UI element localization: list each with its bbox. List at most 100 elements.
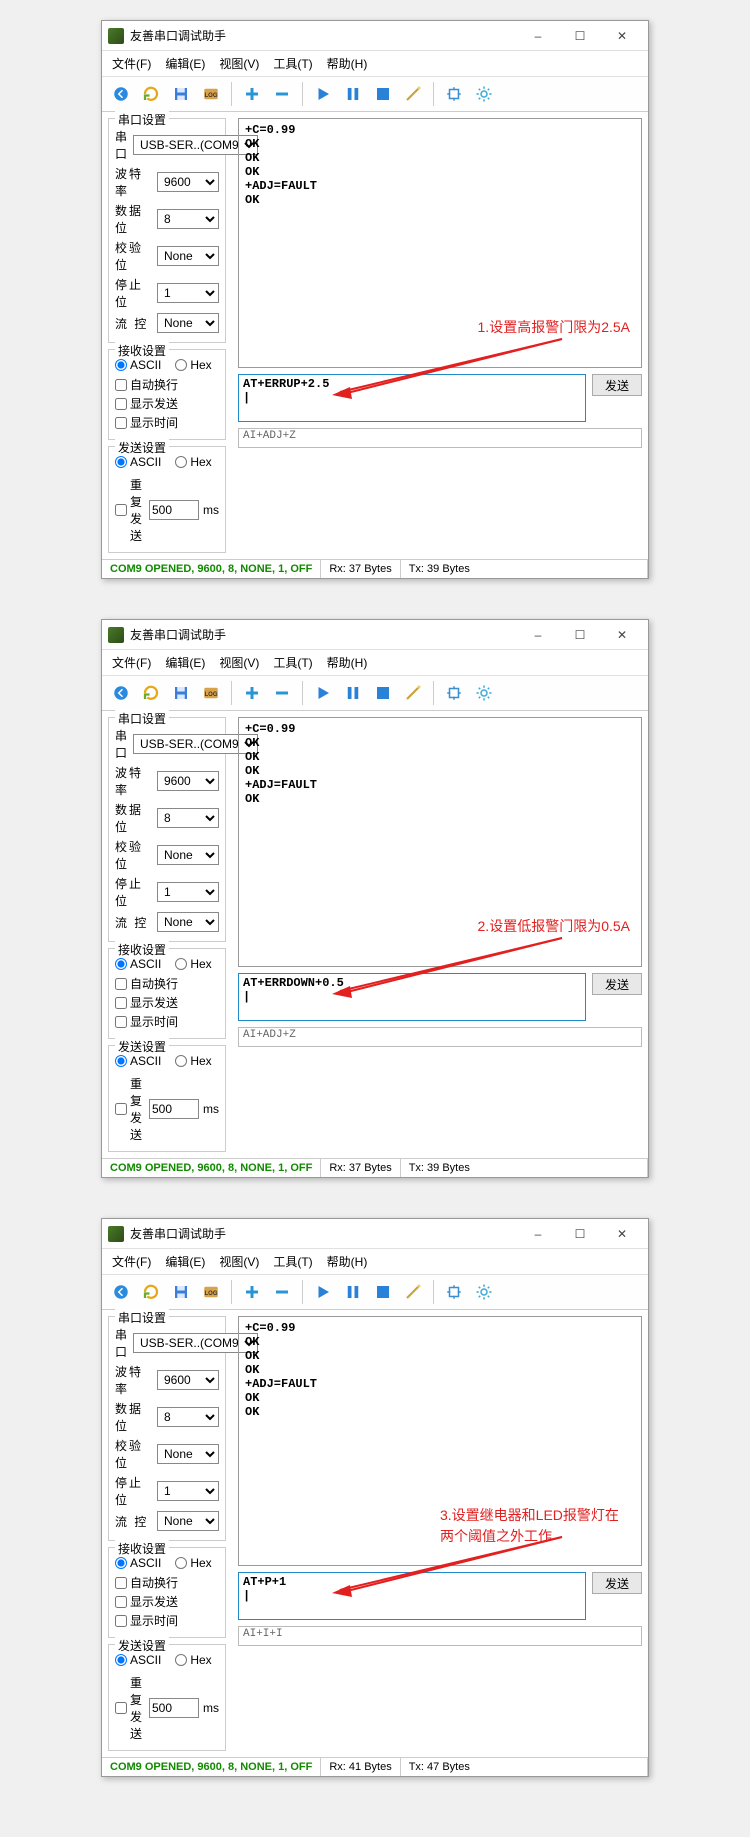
- menu-view[interactable]: 视图(V): [219, 55, 259, 72]
- send-button[interactable]: 发送: [592, 973, 642, 995]
- tx-hex-radio[interactable]: Hex: [175, 1054, 211, 1068]
- send-button[interactable]: 发送: [592, 1572, 642, 1594]
- menu-help[interactable]: 帮助(H): [327, 654, 368, 671]
- pause-icon[interactable]: [340, 1279, 366, 1305]
- menu-help[interactable]: 帮助(H): [327, 1253, 368, 1270]
- receive-textarea[interactable]: +C=0.99 OK OK OK +ADJ=FAULT OK: [238, 118, 642, 368]
- tx-ascii-radio[interactable]: ASCII: [115, 1054, 161, 1068]
- auto-wrap-check[interactable]: 自动换行: [115, 975, 219, 992]
- auto-wrap-check[interactable]: 自动换行: [115, 376, 219, 393]
- menu-file[interactable]: 文件(F): [112, 55, 151, 72]
- rx-ascii-radio[interactable]: ASCII: [115, 358, 161, 372]
- minimize-button[interactable]: –: [518, 623, 558, 647]
- target-icon[interactable]: [441, 81, 467, 107]
- menu-edit[interactable]: 编辑(E): [165, 1253, 205, 1270]
- parity-select[interactable]: None: [157, 845, 219, 865]
- target-icon[interactable]: [441, 1279, 467, 1305]
- show-send-check[interactable]: 显示发送: [115, 994, 219, 1011]
- menu-help[interactable]: 帮助(H): [327, 55, 368, 72]
- send-textarea[interactable]: AT+ERRUP+2.5 |: [238, 374, 586, 422]
- baud-select[interactable]: 9600: [157, 172, 219, 192]
- reload-icon[interactable]: [138, 680, 164, 706]
- databits-select[interactable]: 8: [157, 1407, 219, 1427]
- stop-icon[interactable]: [370, 1279, 396, 1305]
- maximize-button[interactable]: ☐: [560, 1222, 600, 1246]
- history-box[interactable]: AI+I+I: [238, 1626, 642, 1646]
- rx-hex-radio[interactable]: Hex: [175, 358, 211, 372]
- wand-icon[interactable]: [400, 81, 426, 107]
- send-button[interactable]: 发送: [592, 374, 642, 396]
- play-icon[interactable]: [310, 81, 336, 107]
- history-box[interactable]: AI+ADJ+Z: [238, 1027, 642, 1047]
- maximize-button[interactable]: ☐: [560, 623, 600, 647]
- flow-select[interactable]: None: [157, 912, 219, 932]
- play-icon[interactable]: [310, 1279, 336, 1305]
- minus-icon[interactable]: [269, 1279, 295, 1305]
- rx-ascii-radio[interactable]: ASCII: [115, 957, 161, 971]
- show-send-check[interactable]: 显示发送: [115, 1593, 219, 1610]
- save-icon[interactable]: [168, 680, 194, 706]
- interval-input[interactable]: [149, 1099, 199, 1119]
- repeat-check[interactable]: 重复发送: [115, 1674, 145, 1742]
- stop-icon[interactable]: [370, 680, 396, 706]
- close-button[interactable]: ✕: [602, 1222, 642, 1246]
- pause-icon[interactable]: [340, 680, 366, 706]
- rx-ascii-radio[interactable]: ASCII: [115, 1556, 161, 1570]
- stop-icon[interactable]: [370, 81, 396, 107]
- titlebar[interactable]: 友善串口调试助手 – ☐ ✕: [102, 1219, 648, 1249]
- menu-file[interactable]: 文件(F): [112, 1253, 151, 1270]
- save-icon[interactable]: [168, 1279, 194, 1305]
- show-send-check[interactable]: 显示发送: [115, 395, 219, 412]
- repeat-check[interactable]: 重复发送: [115, 1075, 145, 1143]
- menu-file[interactable]: 文件(F): [112, 654, 151, 671]
- show-time-check[interactable]: 显示时间: [115, 414, 219, 431]
- back-icon[interactable]: [108, 1279, 134, 1305]
- titlebar[interactable]: 友善串口调试助手 – ☐ ✕: [102, 620, 648, 650]
- menu-edit[interactable]: 编辑(E): [165, 55, 205, 72]
- pause-icon[interactable]: [340, 81, 366, 107]
- stopbits-select[interactable]: 1: [157, 882, 219, 902]
- close-button[interactable]: ✕: [602, 623, 642, 647]
- save-icon[interactable]: [168, 81, 194, 107]
- send-textarea[interactable]: AT+P+1 |: [238, 1572, 586, 1620]
- flow-select[interactable]: None: [157, 1511, 219, 1531]
- databits-select[interactable]: 8: [157, 209, 219, 229]
- gear-icon[interactable]: [471, 1279, 497, 1305]
- plus-icon[interactable]: [239, 680, 265, 706]
- baud-select[interactable]: 9600: [157, 771, 219, 791]
- receive-textarea[interactable]: +C=0.99 OK OK OK +ADJ=FAULT OK: [238, 717, 642, 967]
- menu-edit[interactable]: 编辑(E): [165, 654, 205, 671]
- auto-wrap-check[interactable]: 自动换行: [115, 1574, 219, 1591]
- plus-icon[interactable]: [239, 1279, 265, 1305]
- minimize-button[interactable]: –: [518, 1222, 558, 1246]
- gear-icon[interactable]: [471, 81, 497, 107]
- wand-icon[interactable]: [400, 680, 426, 706]
- log-icon[interactable]: LOG: [198, 680, 224, 706]
- tx-hex-radio[interactable]: Hex: [175, 1653, 211, 1667]
- back-icon[interactable]: [108, 680, 134, 706]
- menu-view[interactable]: 视图(V): [219, 1253, 259, 1270]
- gear-icon[interactable]: [471, 680, 497, 706]
- target-icon[interactable]: [441, 680, 467, 706]
- log-icon[interactable]: LOG: [198, 81, 224, 107]
- interval-input[interactable]: [149, 500, 199, 520]
- baud-select[interactable]: 9600: [157, 1370, 219, 1390]
- menu-tools[interactable]: 工具(T): [273, 55, 312, 72]
- wand-icon[interactable]: [400, 1279, 426, 1305]
- repeat-check[interactable]: 重复发送: [115, 476, 145, 544]
- menu-view[interactable]: 视图(V): [219, 654, 259, 671]
- minus-icon[interactable]: [269, 81, 295, 107]
- tx-ascii-radio[interactable]: ASCII: [115, 455, 161, 469]
- back-icon[interactable]: [108, 81, 134, 107]
- menu-tools[interactable]: 工具(T): [273, 1253, 312, 1270]
- play-icon[interactable]: [310, 680, 336, 706]
- tx-ascii-radio[interactable]: ASCII: [115, 1653, 161, 1667]
- close-button[interactable]: ✕: [602, 24, 642, 48]
- reload-icon[interactable]: [138, 1279, 164, 1305]
- minus-icon[interactable]: [269, 680, 295, 706]
- reload-icon[interactable]: [138, 81, 164, 107]
- databits-select[interactable]: 8: [157, 808, 219, 828]
- rx-hex-radio[interactable]: Hex: [175, 957, 211, 971]
- menu-tools[interactable]: 工具(T): [273, 654, 312, 671]
- maximize-button[interactable]: ☐: [560, 24, 600, 48]
